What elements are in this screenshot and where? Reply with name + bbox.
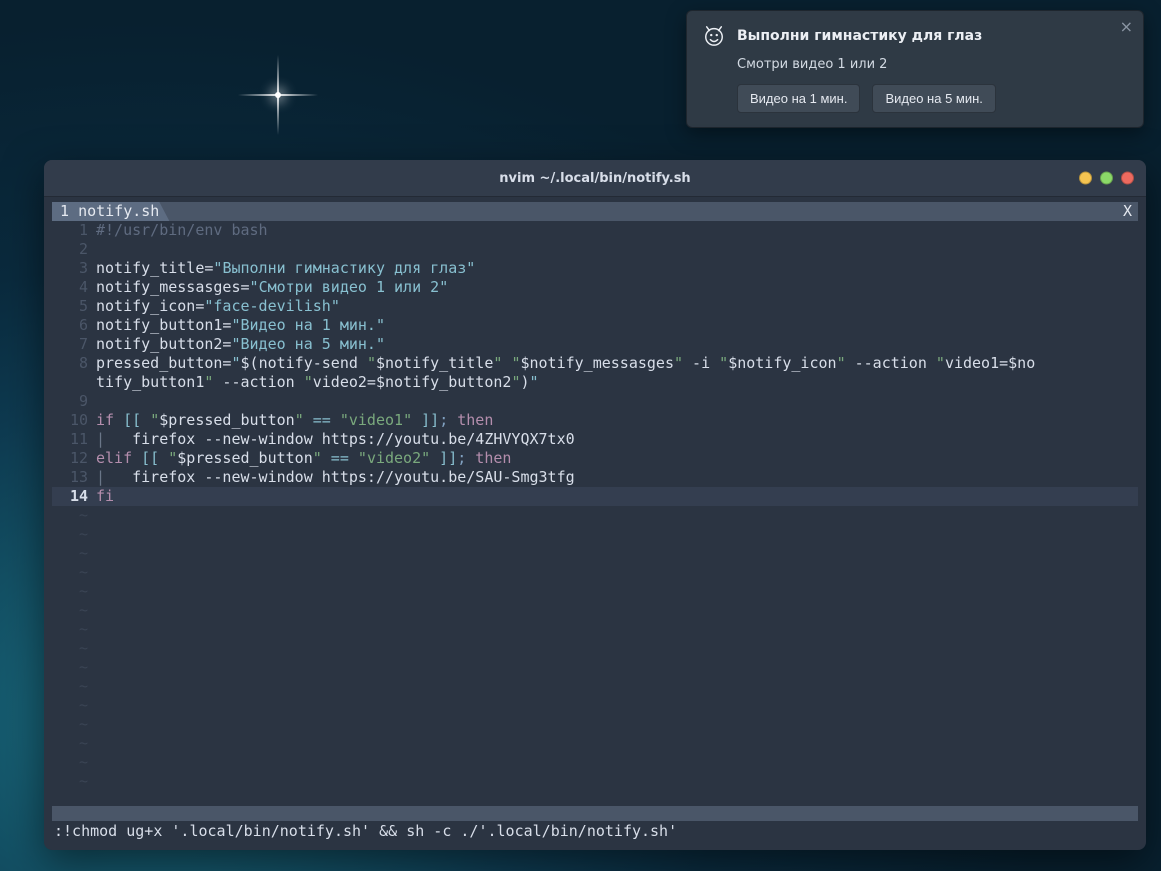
line-number: 11 bbox=[52, 430, 96, 449]
code-line[interactable]: 4notify_messasges="Смотри видео 1 или 2" bbox=[52, 278, 1138, 297]
empty-line: ~ bbox=[52, 734, 1138, 753]
tab-filename: notify.sh bbox=[78, 202, 159, 221]
empty-line: ~ bbox=[52, 677, 1138, 696]
code-content: notify_icon="face-devilish" bbox=[96, 297, 1138, 316]
tilde-gutter: ~ bbox=[52, 734, 96, 753]
tilde-gutter: ~ bbox=[52, 696, 96, 715]
line-number: 14 bbox=[52, 487, 96, 506]
tilde-gutter: ~ bbox=[52, 753, 96, 772]
code-line[interactable]: 3notify_title="Выполни гимнастику для гл… bbox=[52, 259, 1138, 278]
line-number bbox=[52, 373, 96, 392]
code-area[interactable]: 1#!/usr/bin/env bash23notify_title="Выпо… bbox=[52, 221, 1138, 791]
tilde-gutter: ~ bbox=[52, 677, 96, 696]
empty-line: ~ bbox=[52, 658, 1138, 677]
terminal-titlebar[interactable]: nvim ~/.local/bin/notify.sh bbox=[44, 160, 1146, 197]
empty-line: ~ bbox=[52, 772, 1138, 791]
code-content: notify_messasges="Смотри видео 1 или 2" bbox=[96, 278, 1138, 297]
empty-line: ~ bbox=[52, 582, 1138, 601]
tilde-gutter: ~ bbox=[52, 525, 96, 544]
window-maximize-button[interactable] bbox=[1100, 172, 1113, 185]
code-content bbox=[96, 240, 1138, 259]
tilde-gutter: ~ bbox=[52, 563, 96, 582]
empty-line: ~ bbox=[52, 525, 1138, 544]
code-line[interactable]: 5notify_icon="face-devilish" bbox=[52, 297, 1138, 316]
tilde-gutter: ~ bbox=[52, 601, 96, 620]
code-line[interactable]: 14fi bbox=[52, 487, 1138, 506]
code-line[interactable]: 11| firefox --new-window https://youtu.b… bbox=[52, 430, 1138, 449]
editor-area[interactable]: 1 notify.sh X 1#!/usr/bin/env bash23noti… bbox=[52, 202, 1138, 842]
line-number: 10 bbox=[52, 411, 96, 430]
tilde-gutter: ~ bbox=[52, 715, 96, 734]
code-content: notify_title="Выполни гимнастику для гла… bbox=[96, 259, 1138, 278]
empty-line: ~ bbox=[52, 601, 1138, 620]
code-line[interactable]: 7notify_button2="Видео на 5 мин." bbox=[52, 335, 1138, 354]
face-devilish-icon bbox=[703, 25, 725, 47]
code-line[interactable]: 8pressed_button="$(notify-send "$notify_… bbox=[52, 354, 1138, 373]
line-number: 12 bbox=[52, 449, 96, 468]
tilde-gutter: ~ bbox=[52, 582, 96, 601]
tilde-gutter: ~ bbox=[52, 620, 96, 639]
buffer-tabbar: 1 notify.sh X bbox=[52, 202, 1138, 221]
code-line[interactable]: 13| firefox --new-window https://youtu.b… bbox=[52, 468, 1138, 487]
tilde-gutter: ~ bbox=[52, 544, 96, 563]
code-content: | firefox --new-window https://youtu.be/… bbox=[96, 430, 1138, 449]
code-content: | firefox --new-window https://youtu.be/… bbox=[96, 468, 1138, 487]
code-content: notify_button2="Видео на 5 мин." bbox=[96, 335, 1138, 354]
line-number: 9 bbox=[52, 392, 96, 411]
code-content: notify_button1="Видео на 1 мин." bbox=[96, 316, 1138, 335]
tilde-gutter: ~ bbox=[52, 639, 96, 658]
command-line[interactable]: :!chmod ug+x '.local/bin/notify.sh' && s… bbox=[52, 821, 1138, 842]
tab-index: 1 bbox=[60, 202, 69, 221]
terminal-title: nvim ~/.local/bin/notify.sh bbox=[499, 171, 690, 186]
code-line[interactable]: 9 bbox=[52, 392, 1138, 411]
empty-line: ~ bbox=[52, 696, 1138, 715]
window-close-button[interactable] bbox=[1121, 172, 1134, 185]
empty-line: ~ bbox=[52, 715, 1138, 734]
code-content bbox=[96, 392, 1138, 411]
notification-title: Выполни гимнастику для глаз bbox=[737, 28, 982, 44]
statusline bbox=[52, 806, 1138, 821]
empty-line: ~ bbox=[52, 753, 1138, 772]
lens-flare-decoration bbox=[278, 95, 279, 96]
notification-action-1[interactable]: Видео на 1 мин. bbox=[737, 84, 860, 113]
code-line[interactable]: 12elif [[ "$pressed_button" == "video2" … bbox=[52, 449, 1138, 468]
empty-line: ~ bbox=[52, 544, 1138, 563]
code-content: if [[ "$pressed_button" == "video1" ]]; … bbox=[96, 411, 1138, 430]
code-line[interactable]: 10if [[ "$pressed_button" == "video1" ]]… bbox=[52, 411, 1138, 430]
close-icon[interactable]: × bbox=[1120, 19, 1133, 35]
terminal-window: nvim ~/.local/bin/notify.sh 1 notify.sh … bbox=[44, 160, 1146, 850]
line-number: 1 bbox=[52, 221, 96, 240]
tab-close-button[interactable]: X bbox=[1123, 202, 1132, 221]
buffer-tab[interactable]: 1 notify.sh bbox=[52, 202, 169, 221]
line-number: 2 bbox=[52, 240, 96, 259]
code-line[interactable]: 1#!/usr/bin/env bash bbox=[52, 221, 1138, 240]
line-number: 3 bbox=[52, 259, 96, 278]
notification-popup: × Выполни гимнастику для глаз Смотри вид… bbox=[686, 10, 1144, 128]
tilde-gutter: ~ bbox=[52, 506, 96, 525]
code-line[interactable]: 6notify_button1="Видео на 1 мин." bbox=[52, 316, 1138, 335]
line-number: 6 bbox=[52, 316, 96, 335]
empty-line: ~ bbox=[52, 639, 1138, 658]
tilde-gutter: ~ bbox=[52, 772, 96, 791]
empty-line: ~ bbox=[52, 563, 1138, 582]
code-content: pressed_button="$(notify-send "$notify_t… bbox=[96, 354, 1138, 373]
line-number: 8 bbox=[52, 354, 96, 373]
code-line[interactable]: 2 bbox=[52, 240, 1138, 259]
code-line[interactable]: tify_button1" --action "video2=$notify_b… bbox=[52, 373, 1138, 392]
window-minimize-button[interactable] bbox=[1079, 172, 1092, 185]
notification-action-2[interactable]: Видео на 5 мин. bbox=[872, 84, 995, 113]
notification-message: Смотри видео 1 или 2 bbox=[737, 57, 1127, 72]
line-number: 4 bbox=[52, 278, 96, 297]
line-number: 7 bbox=[52, 335, 96, 354]
desktop-background: von.me × Выполни гимнастику для глаз Смо… bbox=[0, 0, 1161, 871]
code-content: tify_button1" --action "video2=$notify_b… bbox=[96, 373, 1138, 392]
code-content: fi bbox=[96, 487, 1138, 506]
empty-line: ~ bbox=[52, 620, 1138, 639]
line-number: 13 bbox=[52, 468, 96, 487]
empty-line: ~ bbox=[52, 506, 1138, 525]
tilde-gutter: ~ bbox=[52, 658, 96, 677]
code-content: #!/usr/bin/env bash bbox=[96, 221, 1138, 240]
code-content: elif [[ "$pressed_button" == "video2" ]]… bbox=[96, 449, 1138, 468]
line-number: 5 bbox=[52, 297, 96, 316]
